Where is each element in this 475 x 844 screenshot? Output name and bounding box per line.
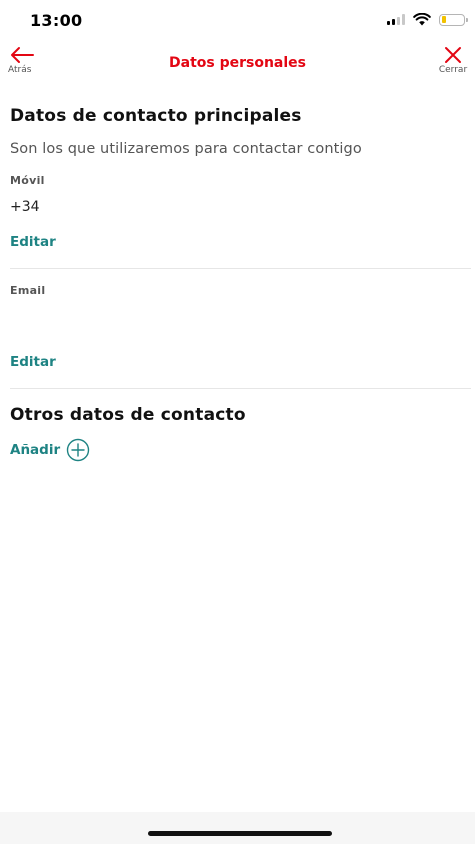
edit-mobile-button[interactable]: Editar	[10, 234, 56, 250]
divider	[10, 268, 471, 269]
add-contact-button[interactable]: Añadir	[10, 438, 471, 462]
main-contact-subtitle: Son los que utilizaremos para contactar …	[10, 141, 362, 157]
plus-circle-icon	[66, 438, 90, 462]
email-label: Email	[10, 284, 46, 297]
bottom-bar	[0, 812, 475, 844]
divider	[10, 388, 471, 389]
signal-icon	[387, 14, 405, 25]
status-bar: 13:00	[0, 0, 475, 42]
add-label: Añadir	[10, 442, 61, 458]
mobile-value: +34	[10, 199, 40, 215]
close-button[interactable]: Cerrar	[433, 46, 473, 84]
home-indicator[interactable]	[148, 831, 332, 836]
wifi-icon	[413, 13, 431, 26]
close-label: Cerrar	[438, 65, 468, 75]
edit-email-button[interactable]: Editar	[10, 354, 56, 370]
close-icon	[445, 47, 461, 63]
email-value	[10, 309, 471, 327]
main-contact-title: Datos de contacto principales	[10, 106, 302, 126]
battery-level	[441, 16, 446, 23]
status-time: 13:00	[30, 11, 83, 30]
battery-icon	[439, 13, 468, 26]
content: Datos de contacto principales Son los qu…	[10, 100, 471, 462]
header: Atrás Datos personales Cerrar	[0, 42, 475, 84]
mobile-label: Móvil	[10, 174, 45, 187]
other-contact-title: Otros datos de contacto	[10, 405, 246, 425]
page-title: Datos personales	[169, 55, 306, 71]
status-icons	[387, 13, 468, 26]
